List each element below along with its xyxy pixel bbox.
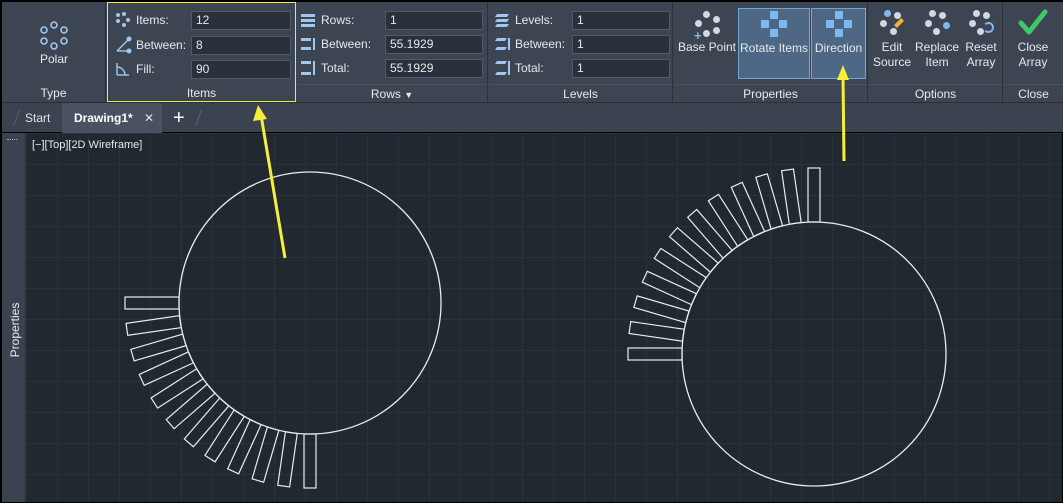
array-item-left [165, 383, 216, 430]
array-item-right [707, 193, 749, 248]
annotation-arrow-items [259, 114, 287, 259]
array-item-left [277, 431, 298, 488]
array-item-left [204, 409, 246, 463]
annotation-arrowhead-direction [837, 65, 849, 80]
array-circle-right [681, 221, 947, 487]
array-item-right [653, 247, 708, 289]
array-item-right [780, 168, 802, 225]
drawing-overlay [124, 65, 947, 489]
array-circle-left [178, 171, 442, 435]
array-item-right [807, 167, 821, 223]
array-item-left [125, 315, 182, 336]
array-item-left [183, 397, 230, 448]
array-item-right [628, 320, 685, 342]
array-item-right [627, 347, 683, 361]
array-item-left [303, 433, 317, 489]
annotation-arrowhead-items [253, 105, 267, 121]
array-item-right [668, 226, 720, 273]
annotation-arrow-direction [841, 74, 846, 162]
array-item-left [124, 296, 180, 310]
window: Polar Type Items: 12 Between: 8 Fill: 90… [0, 0, 1063, 503]
array-item-left [150, 367, 204, 409]
array-item-right [686, 208, 733, 260]
